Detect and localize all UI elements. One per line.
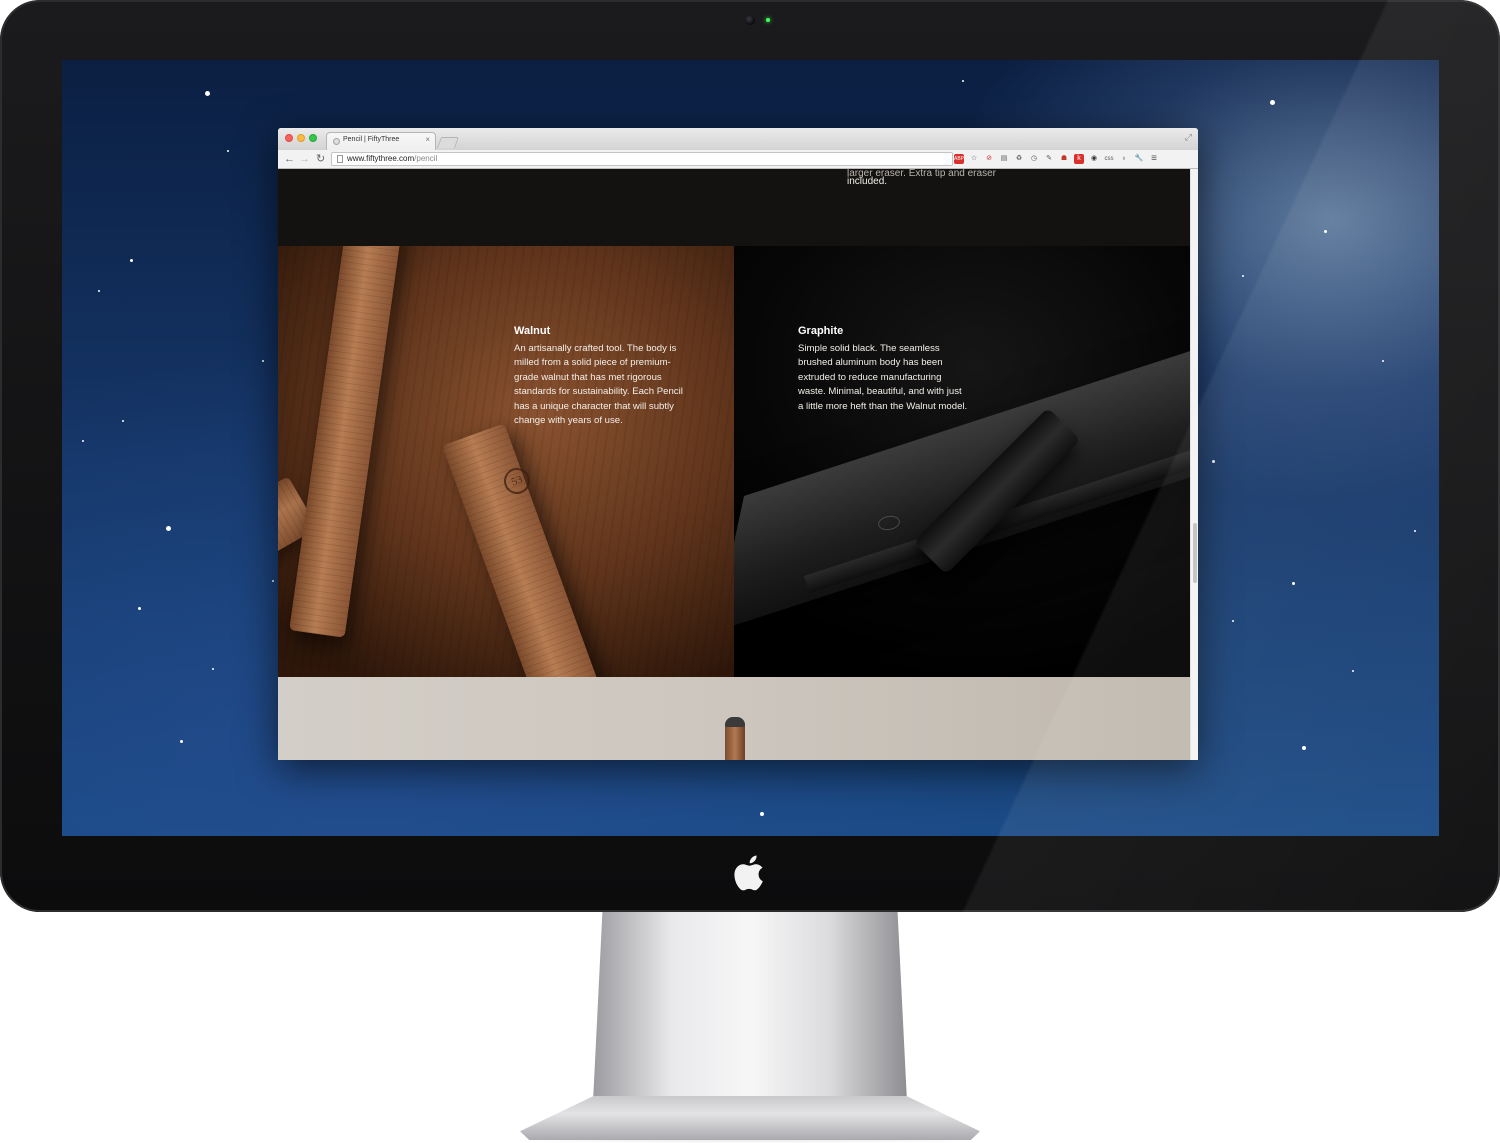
star	[1232, 620, 1234, 622]
star	[1324, 230, 1327, 233]
graphite-body: Simple solid black. The seamless brushed…	[798, 343, 968, 412]
graphite-panel: Graphite Simple solid black. The seamles…	[734, 246, 1190, 677]
extension-k-icon[interactable]: k	[1074, 154, 1084, 164]
extension-circle-icon[interactable]: ◉	[1089, 154, 1099, 164]
menu-icon[interactable]: ≡	[1149, 154, 1159, 164]
star	[82, 440, 84, 442]
reload-button[interactable]: ↻	[316, 152, 325, 166]
camera	[745, 15, 755, 25]
walnut-copy: Walnut An artisanally crafted tool. The …	[514, 324, 684, 428]
extension-panel-icon[interactable]: ▤	[999, 154, 1009, 164]
browser-tab[interactable]: Pencil | FiftyThree ×	[326, 132, 436, 150]
monitor-stand-neck	[593, 912, 907, 1102]
extension-pen-icon[interactable]: ✎	[1044, 154, 1054, 164]
extension-red-icon[interactable]: ☗	[1059, 154, 1069, 164]
star	[122, 420, 124, 422]
wrench-icon[interactable]: 🔧	[1134, 154, 1144, 164]
scrollbar-thumb[interactable]	[1193, 523, 1197, 583]
browser-window: Pencil | FiftyThree × ⤢ ← → ↻ www.fiftyt…	[278, 128, 1198, 760]
address-url: www.fiftythree.com/pencil	[347, 154, 437, 163]
fullscreen-icon[interactable]: ⤢	[1185, 132, 1192, 143]
star	[205, 91, 210, 96]
minimize-window-button[interactable]	[297, 134, 305, 142]
walnut-title: Walnut	[514, 325, 551, 337]
extension-recycle-icon[interactable]: ♻	[1014, 154, 1024, 164]
top-description-cut-line: larger eraser. Extra tip and eraser	[847, 169, 996, 179]
address-path: /pencil	[414, 154, 438, 163]
browser-toolbar: ← → ↻ www.fiftythree.com/pencil ABP ☆ ⊘ …	[278, 150, 1198, 169]
close-window-button[interactable]	[285, 134, 293, 142]
walnut-stick-image	[442, 423, 600, 677]
graphite-title: Graphite	[798, 325, 844, 337]
favicon-icon	[333, 138, 340, 145]
extension-css-icon[interactable]: css	[1104, 154, 1114, 164]
graphite-copy: Graphite Simple solid black. The seamles…	[798, 324, 968, 414]
top-description: larger eraser. Extra tip and eraser incl…	[847, 169, 996, 188]
extension-block-icon[interactable]: ⊘	[984, 154, 994, 164]
address-bar[interactable]: www.fiftythree.com/pencil	[331, 152, 953, 166]
camera-led	[766, 18, 770, 22]
page-viewport: larger eraser. Extra tip and eraser incl…	[278, 169, 1190, 760]
star	[1242, 275, 1244, 277]
adblock-icon[interactable]: ABP	[954, 154, 964, 164]
star	[272, 580, 274, 582]
page-icon	[337, 155, 343, 163]
star	[1382, 360, 1384, 362]
new-tab-button[interactable]	[436, 137, 460, 148]
walnut-panel: 53 Walnut An artisanally crafted tool. T…	[278, 246, 734, 677]
star	[166, 526, 171, 531]
tab-close-icon[interactable]: ×	[425, 135, 430, 144]
bookmark-star-icon[interactable]: ☆	[969, 154, 979, 164]
star	[1270, 100, 1275, 105]
star	[227, 150, 229, 152]
apple-logo-icon	[734, 855, 763, 891]
star	[1292, 582, 1295, 585]
extension-drop-icon[interactable]: ♁	[1119, 154, 1129, 164]
star	[138, 607, 141, 610]
walnut-stick-image	[289, 246, 403, 638]
star	[262, 360, 264, 362]
tab-title: Pencil | FiftyThree	[343, 136, 400, 143]
star	[1352, 670, 1354, 672]
extension-clock-icon[interactable]: ◷	[1029, 154, 1039, 164]
zoom-window-button[interactable]	[309, 134, 317, 142]
star	[962, 80, 964, 82]
star	[98, 290, 100, 292]
star	[1414, 530, 1416, 532]
forward-button[interactable]: →	[299, 152, 310, 166]
back-button[interactable]: ←	[284, 152, 295, 166]
star	[1212, 460, 1215, 463]
monitor-stand-foot	[520, 1096, 980, 1140]
address-host: www.fiftythree.com	[347, 154, 415, 163]
extension-icons: ABP ☆ ⊘ ▤ ♻ ◷ ✎ ☗ k ◉ css ♁ 🔧 ≡	[954, 153, 1159, 165]
star	[760, 812, 764, 816]
star	[130, 259, 133, 262]
pencil-hero-band	[278, 677, 1190, 760]
star	[212, 668, 214, 670]
star	[1302, 746, 1306, 750]
walnut-body: An artisanally crafted tool. The body is…	[514, 343, 683, 427]
browser-titlebar: Pencil | FiftyThree × ⤢	[278, 128, 1198, 150]
pencil-tip-image	[725, 717, 745, 760]
star	[180, 740, 183, 743]
page-scrollbar[interactable]	[1190, 169, 1198, 760]
